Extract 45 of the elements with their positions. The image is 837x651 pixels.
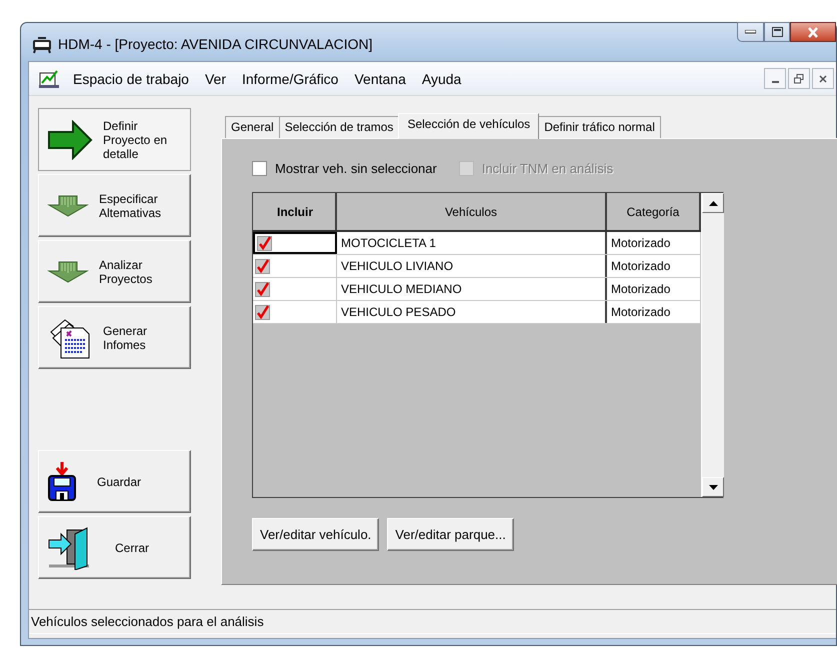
menu-item[interactable]: Ver xyxy=(196,70,234,86)
tab[interactable]: Selección de vehículos xyxy=(398,113,540,139)
close-button[interactable] xyxy=(790,22,836,42)
menu-item[interactable]: Espacio de trabajo xyxy=(65,70,197,86)
table-cell[interactable] xyxy=(253,232,337,254)
menu-item[interactable]: Ventana xyxy=(346,70,414,86)
close-icon xyxy=(807,26,819,38)
minimize-icon xyxy=(745,30,756,34)
scrollbar[interactable] xyxy=(701,193,724,497)
push-button[interactable]: Ver/editar vehículo. xyxy=(252,518,380,551)
arrow-right-icon xyxy=(47,120,93,160)
push-button[interactable]: Ver/editar parque... xyxy=(387,518,514,551)
checkbox[interactable] xyxy=(255,282,270,296)
restore-icon xyxy=(794,74,804,84)
close-button[interactable] xyxy=(812,68,834,89)
tab[interactable]: General xyxy=(225,116,280,138)
sidebar-button[interactable]: Generar Infomes xyxy=(38,306,191,369)
status-bar: Vehículos seleccionados para el análisis xyxy=(29,609,836,634)
sidebar-button[interactable]: Guardar xyxy=(38,450,191,513)
menu-item[interactable]: Ayuda xyxy=(414,70,470,86)
restore-button[interactable] xyxy=(788,68,810,89)
checkbox[interactable] xyxy=(257,236,272,250)
sidebar-button[interactable]: Cerrar xyxy=(38,516,191,579)
minimize-button[interactable] xyxy=(737,22,764,42)
maximize-icon xyxy=(772,27,782,37)
floppy-disk-icon xyxy=(47,462,77,502)
maximize-button[interactable] xyxy=(764,22,790,42)
checkbox[interactable] xyxy=(255,304,270,320)
sidebar-button[interactable]: Especificar Altemativas xyxy=(38,174,191,237)
sidebar-button[interactable]: Definir Proyecto en detalle xyxy=(38,108,191,171)
close-icon xyxy=(819,74,827,82)
checkbox-label: Mostrar veh. sin seleccionar xyxy=(275,160,437,176)
tab[interactable]: Definir tráfico normal xyxy=(538,116,661,138)
menu-item[interactable]: Informe/Gráfico xyxy=(234,70,346,86)
table-cell: VEHICULO PESADO xyxy=(337,301,607,323)
checkbox[interactable] xyxy=(252,160,267,176)
arrow-down-icon xyxy=(47,260,89,282)
minimize-icon xyxy=(772,80,778,82)
checkbox[interactable] xyxy=(255,258,270,274)
checkbox-label: Incluir TNM en análisis xyxy=(482,160,614,176)
minimize-button[interactable] xyxy=(764,68,786,89)
sidebar-button[interactable]: Analizar Proyectos xyxy=(38,240,191,303)
app-logo-icon xyxy=(32,37,52,54)
arrow-down-icon xyxy=(47,194,89,216)
window-title: HDM-4 - [Proyecto: AVENIDA CIRCUNVALACION] xyxy=(58,36,374,52)
